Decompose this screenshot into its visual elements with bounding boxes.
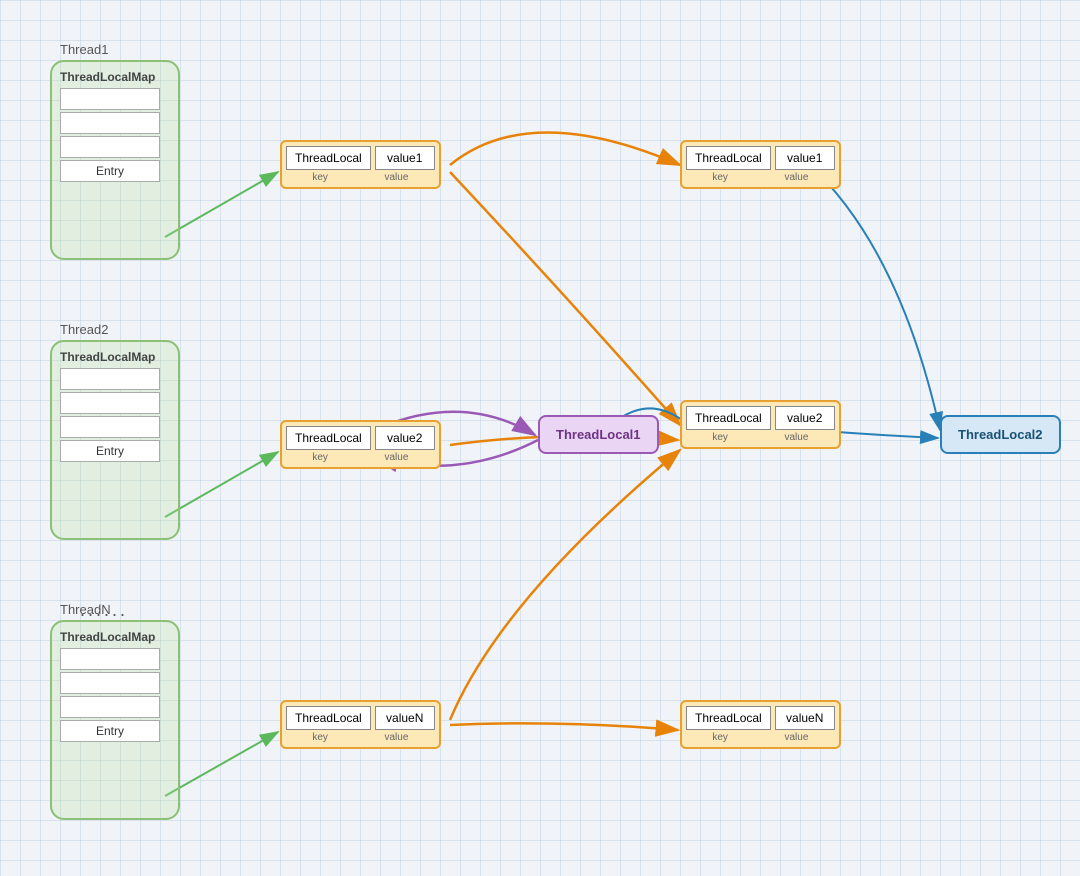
entry-right-1: ThreadLocal value1 key value (680, 140, 841, 189)
entry-left-N-labels: key value (286, 732, 435, 743)
entry-left-2-inner: ThreadLocal value2 (286, 426, 435, 450)
thread1-row-3 (60, 136, 160, 158)
entry-right-2-inner: ThreadLocal value2 (686, 406, 835, 430)
thread1-map-rows: Entry (60, 88, 170, 182)
threadN-entry: Entry (60, 720, 160, 742)
entry-left-1-labels: key value (286, 172, 435, 183)
threadlocal1-box: ThreadLocal1 (538, 415, 659, 454)
thread1-entry: Entry (60, 160, 160, 182)
thread2-row-1 (60, 368, 160, 390)
entry-left-1-key: ThreadLocal (286, 146, 371, 170)
thread1-row-2 (60, 112, 160, 134)
entry-left-2-value-label: value (385, 452, 409, 463)
entry-left-N-inner: ThreadLocal valueN (286, 706, 435, 730)
entry-right-2-key-label: key (712, 432, 728, 443)
entry-right-N-labels: key value (686, 732, 835, 743)
thread1-label: Thread1 (60, 42, 108, 57)
entry-left-1: ThreadLocal value1 key value (280, 140, 441, 189)
diagram-canvas: Thread1 ThreadLocalMap Entry Thread2 Thr… (0, 0, 1080, 876)
thread2-map-rows: Entry (60, 368, 170, 462)
thread1-row-1 (60, 88, 160, 110)
entry-right-N-value: valueN (775, 706, 835, 730)
entry-right-2: ThreadLocal value2 key value (680, 400, 841, 449)
entry-right-N-key-label: key (712, 732, 728, 743)
threadN-container: ThreadN ThreadLocalMap Entry (50, 620, 180, 820)
entry-right-1-labels: key value (686, 172, 835, 183)
entry-right-2-labels: key value (686, 432, 835, 443)
threadlocal2-label: ThreadLocal2 (958, 427, 1043, 442)
thread2-label: Thread2 (60, 322, 108, 337)
entry-left-2-value: value2 (375, 426, 435, 450)
entry-left-N-key-label: key (312, 732, 328, 743)
thread2-row-3 (60, 416, 160, 438)
entry-left-N-value-label: value (385, 732, 409, 743)
thread2-container: Thread2 ThreadLocalMap Entry (50, 340, 180, 540)
entry-left-1-value-label: value (385, 172, 409, 183)
entry-left-2-key: ThreadLocal (286, 426, 371, 450)
entry-right-2-key: ThreadLocal (686, 406, 771, 430)
threadN-label: ThreadN (60, 602, 111, 617)
entry-right-1-key: ThreadLocal (686, 146, 771, 170)
entry-right-2-value: value2 (775, 406, 835, 430)
threadN-row-3 (60, 696, 160, 718)
entry-left-1-inner: ThreadLocal value1 (286, 146, 435, 170)
entry-right-N-key: ThreadLocal (686, 706, 771, 730)
entry-left-N-value: valueN (375, 706, 435, 730)
entry-right-1-value: value1 (775, 146, 835, 170)
entry-right-N: ThreadLocal valueN key value (680, 700, 841, 749)
threadlocal2-box: ThreadLocal2 (940, 415, 1061, 454)
entry-right-1-inner: ThreadLocal value1 (686, 146, 835, 170)
entry-left-2-labels: key value (286, 452, 435, 463)
thread1-container: Thread1 ThreadLocalMap Entry (50, 60, 180, 260)
threadN-map-label: ThreadLocalMap (60, 630, 170, 644)
thread2-row-2 (60, 392, 160, 414)
threadN-map-rows: Entry (60, 648, 170, 742)
entry-left-1-value: value1 (375, 146, 435, 170)
entry-left-2-key-label: key (312, 452, 328, 463)
entry-left-N-key: ThreadLocal (286, 706, 371, 730)
threadlocal1-label: ThreadLocal1 (556, 427, 641, 442)
threadN-row-2 (60, 672, 160, 694)
entry-left-N: ThreadLocal valueN key value (280, 700, 441, 749)
thread1-map-label: ThreadLocalMap (60, 70, 170, 84)
entry-right-N-inner: ThreadLocal valueN (686, 706, 835, 730)
thread2-entry: Entry (60, 440, 160, 462)
entry-left-2: ThreadLocal value2 key value (280, 420, 441, 469)
entry-right-2-value-label: value (785, 432, 809, 443)
entry-right-N-value-label: value (785, 732, 809, 743)
entry-left-1-key-label: key (312, 172, 328, 183)
entry-right-1-value-label: value (785, 172, 809, 183)
threadN-row-1 (60, 648, 160, 670)
thread2-map-label: ThreadLocalMap (60, 350, 170, 364)
entry-right-1-key-label: key (712, 172, 728, 183)
